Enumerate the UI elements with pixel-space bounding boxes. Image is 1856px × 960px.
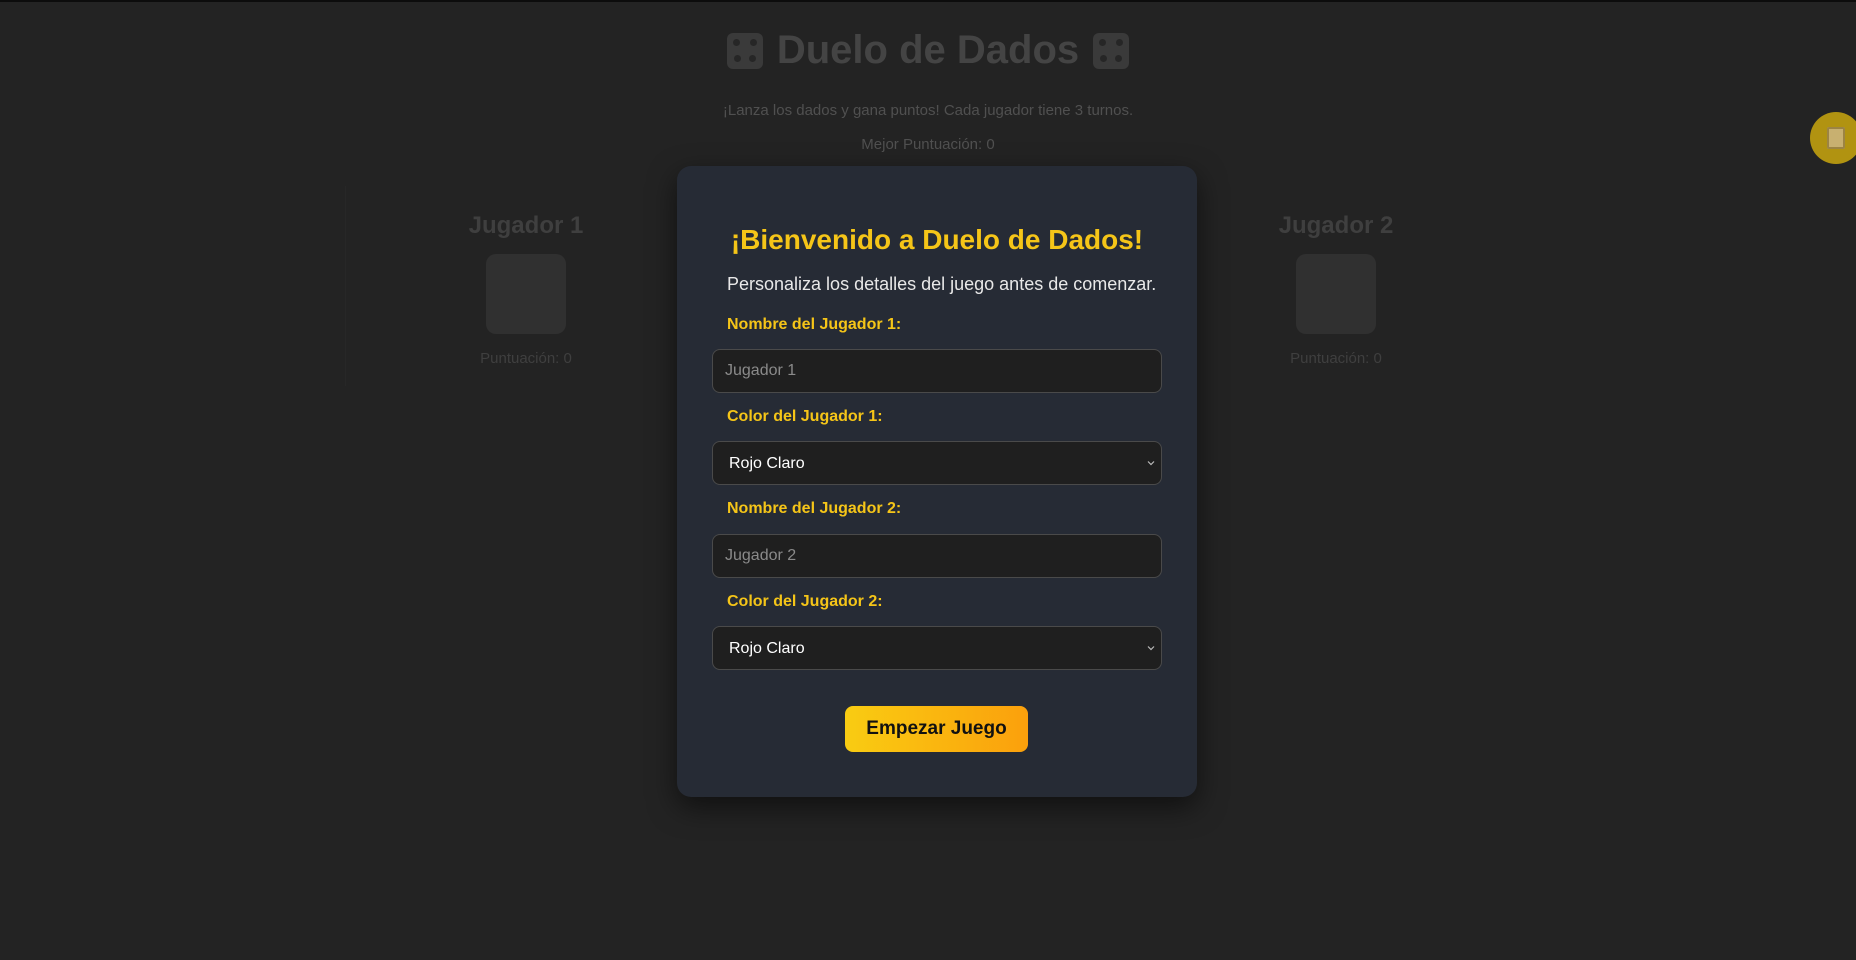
welcome-modal: ¡Bienvenido a Duelo de Dados! Personaliz… xyxy=(677,166,1197,797)
player2-die xyxy=(1296,254,1376,334)
best-score: Mejor Puntuación: 0 xyxy=(861,136,995,153)
player1-color-select[interactable]: Rojo Claro xyxy=(712,441,1162,485)
player2-color-select[interactable]: Rojo Claro xyxy=(712,626,1162,670)
start-game-button[interactable]: Empezar Juego xyxy=(845,706,1028,752)
player1-color-label: Color del Jugador 1: xyxy=(727,408,883,425)
player1-name-input[interactable] xyxy=(712,349,1162,393)
player1-die xyxy=(486,254,566,334)
player2-name: Jugador 2 xyxy=(1278,212,1394,239)
player1-name-label: Nombre del Jugador 1: xyxy=(727,316,902,333)
game-title-text: Duelo de Dados xyxy=(776,28,1080,72)
modal-title: ¡Bienvenido a Duelo de Dados! xyxy=(730,224,1144,255)
player2-color-label: Color del Jugador 2: xyxy=(727,593,883,610)
rules-button[interactable] xyxy=(1810,112,1856,164)
player1-panel: Jugador 1 Puntuación: 0 xyxy=(345,186,706,386)
dice-icon xyxy=(726,33,763,69)
dice-icon xyxy=(1093,33,1130,69)
scroll-icon xyxy=(1827,127,1845,149)
player1-score: Puntuación: 0 xyxy=(480,350,572,367)
modal-description: Personaliza los detalles del juego antes… xyxy=(727,274,1157,294)
player1-name: Jugador 1 xyxy=(468,212,584,239)
game-title: Duelo de Dados xyxy=(0,28,1856,73)
player2-score: Puntuación: 0 xyxy=(1290,350,1382,367)
player2-name-label: Nombre del Jugador 2: xyxy=(727,500,902,517)
game-subtitle: ¡Lanza los dados y gana puntos! Cada jug… xyxy=(722,102,1134,119)
player2-name-input[interactable] xyxy=(712,534,1162,578)
player2-panel: Jugador 2 Puntuación: 0 xyxy=(1156,186,1516,386)
